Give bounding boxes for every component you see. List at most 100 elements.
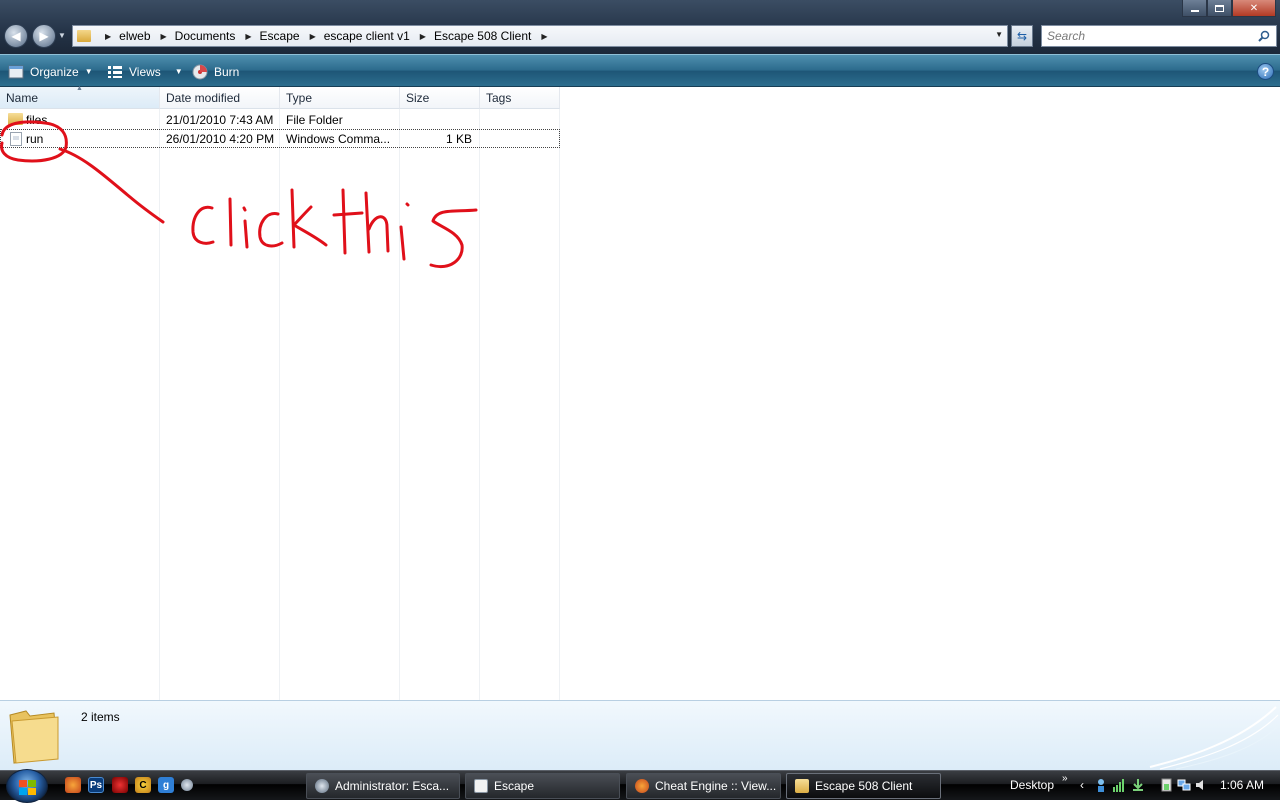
chevron-right-icon[interactable]: ▶	[105, 32, 111, 41]
back-button[interactable]: ◀	[4, 24, 28, 48]
photoshop-icon[interactable]: Ps	[88, 777, 104, 793]
column-header-date[interactable]: Date modified	[160, 87, 280, 109]
breadcrumb-label[interactable]: Escape	[260, 29, 300, 43]
battery-power-icon[interactable]	[1160, 778, 1174, 792]
download-icon[interactable]	[1131, 778, 1145, 792]
google-talk-icon[interactable]: g	[158, 777, 174, 793]
column-divider	[159, 109, 160, 700]
file-row[interactable]: run 26/01/2010 4:20 PM Windows Comma... …	[0, 129, 560, 148]
burn-button[interactable]: Burn	[192, 63, 239, 80]
breadcrumb-label[interactable]: escape client v1	[324, 29, 410, 43]
desktop-toolbar-label[interactable]: Desktop	[1010, 778, 1054, 792]
details-pane: 2 items	[0, 700, 1280, 770]
maximize-button[interactable]	[1207, 0, 1232, 17]
column-divider	[399, 109, 400, 700]
column-header-size[interactable]: Size	[400, 87, 480, 109]
network-icon[interactable]	[1177, 778, 1191, 792]
chevron-right-icon[interactable]: ▶	[310, 32, 316, 41]
decorative-swoosh	[1149, 706, 1280, 770]
views-icon	[108, 65, 122, 78]
taskbar-item[interactable]: Escape	[465, 773, 620, 799]
taskbar-item-label: Escape 508 Client	[815, 779, 913, 793]
column-label: Tags	[486, 91, 512, 105]
arrow-left-icon: ◀	[11, 29, 21, 43]
forward-button[interactable]: ▶	[32, 24, 56, 48]
minimize-icon	[1190, 10, 1199, 12]
refresh-icon: ⇆	[1016, 29, 1028, 43]
breadcrumb-item[interactable]: ▶ Escape 508 Client ▶	[410, 29, 556, 43]
settings-icon[interactable]	[181, 779, 193, 791]
file-type: Windows Comma...	[286, 132, 391, 146]
file-row[interactable]: files 21/01/2010 7:43 AM File Folder	[0, 110, 560, 129]
taskbar: Ps C g Administrator: Esca... Escape Che…	[0, 769, 1280, 803]
search-box[interactable]	[1041, 25, 1277, 47]
app-c-icon[interactable]: C	[135, 777, 151, 793]
maximize-icon	[1215, 4, 1224, 12]
breadcrumb-label[interactable]: Escape 508 Client	[434, 29, 531, 43]
folder-icon	[795, 779, 809, 793]
file-name[interactable]: files	[26, 113, 47, 127]
chevron-double-right-icon[interactable]: »	[1062, 773, 1068, 784]
search-input[interactable]	[1047, 29, 1247, 43]
batch-file-icon	[10, 132, 22, 146]
column-header-type[interactable]: Type	[280, 87, 400, 109]
taskbar-item-label: Cheat Engine :: View...	[655, 779, 777, 793]
help-button[interactable]: ?	[1257, 63, 1274, 80]
views-label: Views	[129, 64, 161, 79]
chevron-left-icon[interactable]: ‹	[1080, 778, 1084, 792]
chevron-right-icon[interactable]: ▶	[245, 32, 251, 41]
start-button[interactable]	[6, 769, 48, 803]
organize-icon	[8, 65, 24, 78]
file-list: ▲ Name Date modified Type Size Tags file…	[0, 85, 1280, 700]
breadcrumb-label[interactable]: elweb	[119, 29, 150, 43]
column-header-name[interactable]: ▲ Name	[0, 85, 160, 109]
volume-icon[interactable]	[1194, 778, 1208, 792]
network-user-icon[interactable]	[1096, 778, 1110, 792]
burn-label: Burn	[214, 64, 240, 79]
windows-logo-icon	[19, 780, 36, 795]
address-history-dropdown[interactable]: ▼	[995, 30, 1003, 39]
column-header-tags[interactable]: Tags	[480, 87, 560, 109]
command-bar: Organize ▼ Views ▼ Burn ?	[0, 54, 1280, 87]
chevron-right-icon[interactable]: ▶	[420, 32, 426, 41]
chevron-down-icon: ▼	[174, 67, 183, 76]
taskbar-item-active[interactable]: Escape 508 Client	[786, 773, 941, 799]
taskbar-item[interactable]: Cheat Engine :: View...	[626, 773, 781, 799]
file-name[interactable]: run	[26, 132, 43, 146]
breadcrumb-item[interactable]: ▶ escape client v1	[300, 29, 410, 43]
column-divider	[559, 109, 560, 700]
chevron-right-icon[interactable]: ▶	[161, 32, 167, 41]
chevron-right-icon[interactable]: ▶	[541, 32, 547, 41]
close-icon: ✕	[1249, 2, 1259, 14]
breadcrumb-item[interactable]: ▶ Documents	[151, 29, 236, 43]
close-button[interactable]: ✕	[1232, 0, 1276, 17]
folder-icon	[9, 710, 59, 764]
refresh-button[interactable]: ⇆	[1011, 25, 1033, 47]
column-divider	[279, 109, 280, 700]
recent-pages-dropdown[interactable]: ▼	[58, 31, 66, 40]
clock[interactable]: 1:06 AM	[1220, 778, 1264, 792]
help-icon: ?	[1261, 64, 1270, 79]
ladybug-icon[interactable]	[112, 777, 128, 793]
minimize-button[interactable]	[1182, 0, 1207, 17]
column-label: Type	[286, 91, 313, 105]
organize-button[interactable]: Organize ▼	[8, 63, 93, 80]
taskbar-item[interactable]: Administrator: Esca...	[306, 773, 460, 799]
notepad-icon	[474, 779, 488, 793]
breadcrumb-item[interactable]: ▶ Escape	[235, 29, 299, 43]
breadcrumb-label[interactable]: Documents	[175, 29, 236, 43]
cmd-icon	[315, 779, 329, 793]
taskbar-item-label: Administrator: Esca...	[335, 779, 450, 793]
search-icon[interactable]	[1258, 30, 1270, 42]
firefox-icon[interactable]	[65, 777, 81, 793]
column-label: Name	[6, 91, 39, 105]
file-date: 26/01/2010 4:20 PM	[166, 132, 275, 146]
address-bar[interactable]: ▶ elweb ▶ Documents ▶ Escape ▶ escape client…	[72, 25, 1008, 47]
item-count: 2 items	[81, 710, 120, 724]
breadcrumb-item[interactable]: ▶ elweb	[95, 29, 151, 43]
window-controls: ✕	[1182, 0, 1276, 18]
signal-strength-icon[interactable]	[1112, 778, 1126, 792]
views-button[interactable]: Views ▼	[107, 63, 183, 80]
firefox-icon	[635, 779, 649, 793]
column-label: Date modified	[166, 91, 241, 105]
